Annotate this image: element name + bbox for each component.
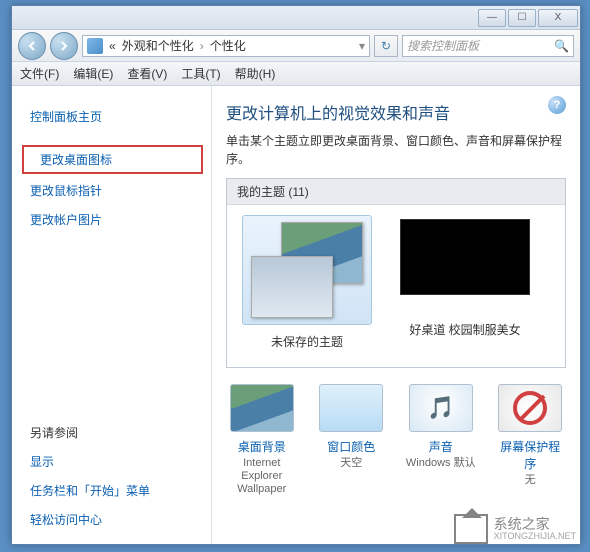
sounds-label: 声音 [405, 438, 477, 455]
control-panel-icon [87, 38, 103, 54]
window: — ☐ X « 外观和个性化 › 个性化 ▾ ↻ 搜索控制面板 🔍 文件(F) … [11, 5, 581, 545]
back-button[interactable] [18, 32, 46, 60]
sidebar-change-account-picture[interactable]: 更改帐户图片 [12, 205, 211, 234]
breadcrumb-seg1[interactable]: 外观和个性化 [122, 37, 194, 54]
sounds-value: Windows 默认 [405, 457, 477, 470]
address-bar[interactable]: « 外观和个性化 › 个性化 ▾ [82, 35, 370, 57]
maximize-button[interactable]: ☐ [508, 9, 536, 27]
no-icon [513, 391, 547, 425]
search-icon: 🔍 [554, 39, 569, 53]
desktop-background-value: Internet Explorer Wallpaper [226, 457, 298, 497]
toolbar: « 外观和个性化 › 个性化 ▾ ↻ 搜索控制面板 🔍 [12, 30, 580, 62]
address-prefix: « [109, 39, 116, 53]
sound-icon: 🎵 [409, 384, 473, 432]
search-input[interactable]: 搜索控制面板 🔍 [402, 35, 574, 57]
screensaver-item[interactable]: 屏幕保护程序 无 [495, 384, 567, 497]
chevron-down-icon[interactable]: ▾ [359, 39, 365, 53]
screensaver-icon [498, 384, 562, 432]
screensaver-label: 屏幕保护程序 [495, 438, 567, 472]
page-description: 单击某个主题立即更改桌面背景、窗口颜色、声音和屏幕保护程序。 [226, 132, 566, 168]
main-panel: ? 更改计算机上的视觉效果和声音 单击某个主题立即更改桌面背景、窗口颜色、声音和… [212, 86, 580, 544]
watermark: 系统之家 XITONGZHIJIA.NET [454, 514, 576, 544]
menu-tools[interactable]: 工具(T) [181, 65, 220, 82]
sidebar-ease-of-access[interactable]: 轻松访问中心 [12, 505, 211, 534]
chevron-right-icon: › [200, 39, 204, 53]
sidebar-change-desktop-icons[interactable]: 更改桌面图标 [22, 145, 203, 174]
window-color-icon [319, 384, 383, 432]
refresh-button[interactable]: ↻ [374, 35, 398, 57]
window-color-value: 天空 [316, 457, 388, 470]
theme-thumbnail [242, 215, 372, 325]
menubar: 文件(F) 编辑(E) 查看(V) 工具(T) 帮助(H) [12, 62, 580, 86]
breadcrumb-seg2[interactable]: 个性化 [210, 37, 246, 54]
sounds-item[interactable]: 🎵 声音 Windows 默认 [405, 384, 477, 497]
page-title: 更改计算机上的视觉效果和声音 [226, 100, 566, 124]
forward-button[interactable] [50, 32, 78, 60]
titlebar: — ☐ X [12, 6, 580, 30]
wallpaper-icon [230, 384, 294, 432]
search-placeholder: 搜索控制面板 [407, 37, 479, 54]
themes-group-header: 我的主题 (11) [227, 179, 565, 205]
screensaver-value: 无 [495, 474, 567, 487]
themes-row: 未保存的主题 好桌道 校园制服美女 [227, 205, 565, 352]
window-color-label: 窗口颜色 [316, 438, 388, 455]
theme-label: 未保存的主题 [237, 333, 377, 350]
sidebar-see-also: 另请参阅 [12, 418, 211, 447]
sidebar-control-panel-home[interactable]: 控制面板主页 [12, 102, 211, 131]
watermark-subtext: XITONGZHIJIA.NET [494, 531, 576, 541]
menu-file[interactable]: 文件(F) [20, 65, 59, 82]
personalization-links: 桌面背景 Internet Explorer Wallpaper 窗口颜色 天空… [226, 384, 566, 497]
sidebar-display[interactable]: 显示 [12, 447, 211, 476]
menu-edit[interactable]: 编辑(E) [73, 65, 113, 82]
theme-preview-window [251, 256, 333, 318]
window-color-item[interactable]: 窗口颜色 天空 [316, 384, 388, 497]
theme-label: 好桌道 校园制服美女 [395, 321, 535, 338]
desktop-background-item[interactable]: 桌面背景 Internet Explorer Wallpaper [226, 384, 298, 497]
minimize-button[interactable]: — [478, 9, 506, 27]
theme-item-2[interactable]: 好桌道 校园制服美女 [395, 215, 535, 350]
menu-view[interactable]: 查看(V) [127, 65, 167, 82]
content-area: 控制面板主页 更改桌面图标 更改鼠标指针 更改帐户图片 另请参阅 显示 任务栏和… [12, 86, 580, 544]
theme-thumbnail [400, 219, 530, 295]
sidebar-change-mouse-pointers[interactable]: 更改鼠标指针 [12, 176, 211, 205]
watermark-logo-icon [454, 514, 488, 544]
theme-item-unsaved[interactable]: 未保存的主题 [237, 215, 377, 350]
menu-help[interactable]: 帮助(H) [235, 65, 276, 82]
sidebar-taskbar-start[interactable]: 任务栏和「开始」菜单 [12, 476, 211, 505]
close-button[interactable]: X [538, 9, 578, 27]
help-icon[interactable]: ? [548, 96, 566, 114]
watermark-text: 系统之家 [494, 517, 576, 531]
desktop-background-label: 桌面背景 [226, 438, 298, 455]
themes-listbox[interactable]: 我的主题 (11) 未保存的主题 好桌道 校园制服美女 [226, 178, 566, 368]
sidebar: 控制面板主页 更改桌面图标 更改鼠标指针 更改帐户图片 另请参阅 显示 任务栏和… [12, 86, 212, 544]
